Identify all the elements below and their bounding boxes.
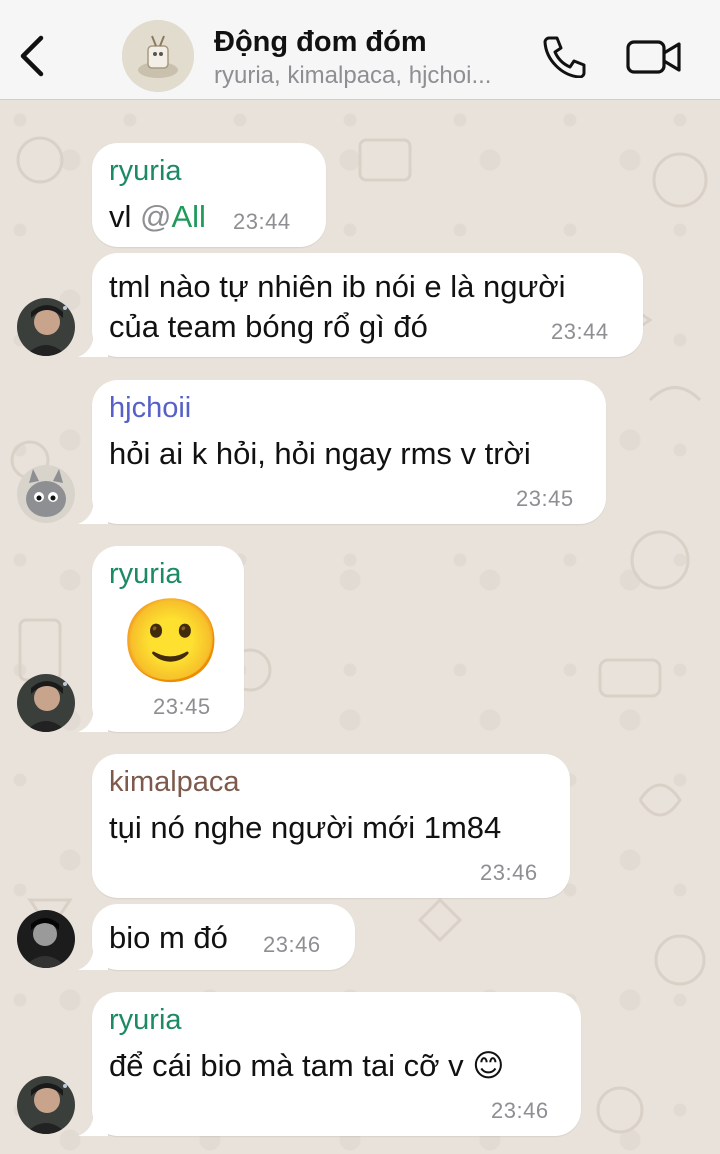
- message-time: 23:45: [516, 486, 574, 511]
- group-title[interactable]: Động đom đóm: [214, 26, 427, 59]
- emoji-message: 🙂: [120, 594, 223, 689]
- mention-at-symbol: @: [140, 199, 172, 234]
- avatar-ryuria[interactable]: [17, 1076, 75, 1134]
- message-text-part: để cái bio mà tam tai cỡ v: [109, 1048, 464, 1083]
- message-text-line: tml nào tự nhiên ib nói e là người: [109, 269, 566, 304]
- mention-name[interactable]: All: [171, 199, 205, 234]
- message-bubble[interactable]: ryuria 🙂 23:45: [78, 546, 244, 732]
- avatar-photo: [17, 298, 75, 356]
- message-text: vl @All: [109, 199, 206, 235]
- message-time: 23:46: [480, 860, 538, 885]
- group-avatar[interactable]: [122, 20, 194, 92]
- message-text: để cái bio mà tam tai cỡ v 😊: [109, 1048, 505, 1084]
- message-bubble[interactable]: ryuria để cái bio mà tam tai cỡ v 😊 23:4…: [78, 992, 581, 1136]
- sender-name: ryuria: [109, 558, 182, 590]
- bubble-tail: [78, 498, 108, 524]
- avatar-photo: [17, 465, 75, 523]
- bubble-tail: [78, 944, 108, 970]
- message-time: 23:45: [153, 694, 211, 719]
- bubble-tail: [78, 706, 108, 732]
- chat-header: Động đom đóm ryuria, kimalpaca, hjchoi..…: [0, 0, 720, 100]
- message-time: 23:44: [233, 209, 291, 234]
- message-time: 23:46: [263, 932, 321, 957]
- avatar-photo: [17, 1076, 75, 1134]
- video-call-icon[interactable]: [626, 38, 682, 76]
- group-members-subtitle[interactable]: ryuria, kimalpaca, hjchoi...: [214, 62, 491, 90]
- message-bubble[interactable]: kimalpaca tụi nó nghe người mới 1m84 23:…: [92, 754, 570, 898]
- message-text: bio m đó: [109, 920, 228, 955]
- bubble-tail: [78, 1110, 108, 1136]
- avatar-photo: [17, 910, 75, 968]
- message-bubble[interactable]: bio m đó 23:46: [78, 904, 355, 970]
- group-avatar-image: [122, 20, 194, 92]
- message-text-line: của team bóng rổ gì đó: [109, 309, 428, 344]
- message-bubble[interactable]: ryuria vl @All 23:44: [92, 143, 326, 247]
- voice-call-icon[interactable]: [540, 34, 588, 78]
- message-time: 23:44: [551, 319, 609, 344]
- sender-name: kimalpaca: [109, 766, 240, 798]
- message-time: 23:46: [491, 1098, 549, 1123]
- bubble-tail: [78, 331, 108, 357]
- back-chevron-icon[interactable]: [14, 34, 50, 78]
- avatar-ryuria[interactable]: [17, 298, 75, 356]
- message-bubble[interactable]: hjchoii hỏi ai k hỏi, hỏi ngay rms v trờ…: [78, 380, 606, 524]
- avatar-ryuria[interactable]: [17, 674, 75, 732]
- message-text: tụi nó nghe người mới 1m84: [109, 810, 502, 845]
- avatar-photo: [17, 674, 75, 732]
- sender-name: ryuria: [109, 155, 182, 187]
- smile-emoji: 😊: [472, 1048, 505, 1084]
- sender-name: hjchoii: [109, 392, 192, 424]
- sender-name: ryuria: [109, 1004, 182, 1036]
- avatar-member[interactable]: [17, 910, 75, 968]
- message-text-part: vl: [109, 199, 140, 234]
- message-text: hỏi ai k hỏi, hỏi ngay rms v trời: [109, 436, 531, 471]
- avatar-hjchoii[interactable]: [17, 465, 75, 523]
- message-bubble[interactable]: tml nào tự nhiên ib nói e là người của t…: [78, 253, 643, 357]
